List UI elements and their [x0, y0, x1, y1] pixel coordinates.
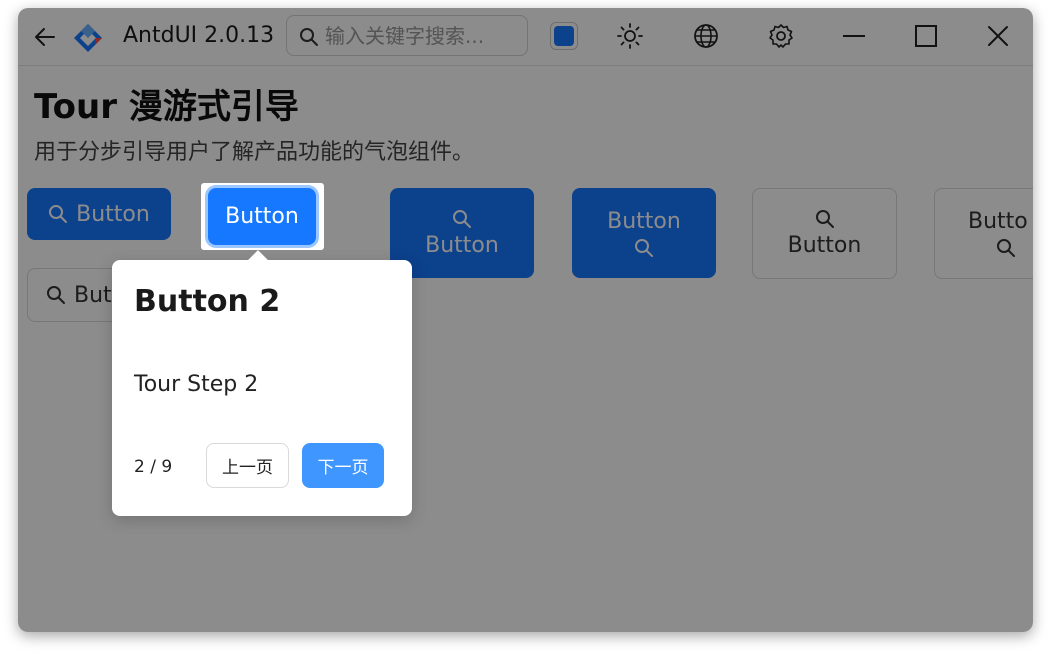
gear-icon[interactable]	[767, 22, 795, 50]
button-label: Button	[425, 232, 499, 258]
button-label: Button	[787, 233, 862, 258]
button-label: Button	[76, 201, 150, 227]
search-box[interactable]	[286, 15, 528, 56]
minimize-icon[interactable]	[840, 22, 868, 50]
page-description: 用于分步引导用户了解产品功能的气泡组件。	[34, 140, 475, 165]
tour-step-counter: 2 / 9	[134, 457, 173, 477]
search-icon	[815, 210, 834, 228]
button-label: Button	[607, 208, 681, 234]
tour-popover: Button 2 Tour Step 2 2 / 9 上一页 下一页	[112, 250, 412, 516]
search-icon	[49, 205, 68, 223]
page-title: Tour 漫游式引导	[34, 87, 299, 127]
highlighted-button-2[interactable]: Button	[208, 188, 316, 245]
maximize-icon[interactable]	[912, 22, 940, 50]
search-icon	[453, 209, 471, 228]
back-arrow-icon[interactable]	[32, 24, 58, 50]
app-title: AntdUI 2.0.13	[123, 23, 275, 48]
sun-icon[interactable]	[616, 22, 644, 50]
color-swatch	[554, 26, 574, 46]
button-label: Button	[225, 204, 299, 229]
antdui-logo-icon	[74, 24, 102, 52]
close-icon[interactable]	[984, 22, 1012, 50]
search-icon	[300, 28, 318, 46]
globe-icon[interactable]	[692, 22, 720, 50]
popover-arrow	[248, 250, 268, 270]
next-step-button[interactable]: 下一页	[302, 443, 384, 488]
title-bar: AntdUI 2.0.13	[18, 8, 1033, 66]
button-label: But	[74, 282, 112, 308]
button-5[interactable]: Button	[752, 188, 897, 279]
button-label: Butto	[968, 209, 1028, 234]
app-window: AntdUI 2.0.13 输入关键字搜索... Tour 漫游式引导 用于分步…	[18, 8, 1033, 632]
tour-description: Tour Step 2	[134, 372, 259, 397]
main-content: Tour 漫游式引导 用于分步引导用户了解产品功能的气泡组件。 Button B…	[18, 66, 1033, 632]
button-1[interactable]: Button	[27, 188, 171, 240]
search-input[interactable]	[325, 22, 521, 50]
tour-title: Button 2	[134, 284, 281, 319]
search-icon	[997, 239, 1015, 257]
button-4[interactable]: Button	[572, 188, 716, 278]
button-6[interactable]: Butto	[934, 188, 1033, 279]
search-icon	[635, 238, 653, 257]
prev-step-button[interactable]: 上一页	[206, 443, 289, 488]
search-icon	[47, 286, 65, 304]
theme-color-picker[interactable]	[550, 22, 578, 50]
